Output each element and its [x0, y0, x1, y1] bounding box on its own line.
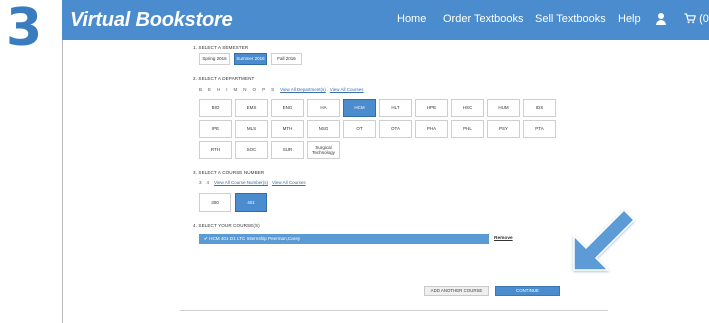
cart-count: (0)	[699, 13, 709, 25]
department-option-selected[interactable]: HCM	[343, 99, 376, 117]
department-option[interactable]: RTH	[199, 141, 232, 159]
department-option[interactable]: PHL	[451, 120, 484, 138]
department-option[interactable]: OTA	[379, 120, 412, 138]
section-title-department: 2. SELECT A DEPARTMENT	[193, 76, 255, 81]
department-option[interactable]: EMS	[235, 99, 268, 117]
step-number: 3	[6, 0, 42, 58]
add-another-course-button[interactable]: ADD ANOTHER COURSE	[424, 286, 489, 296]
section-title-semester: 1. SELECT A SEMESTER	[193, 45, 249, 50]
course-number-option[interactable]: 300	[199, 193, 231, 212]
letter-filter-item[interactable]: M	[234, 87, 238, 93]
letter-filter-item[interactable]: I	[226, 87, 227, 93]
top-nav-bar: Virtual Bookstore Home Order Textbooks S…	[62, 0, 709, 40]
nav-sell-textbooks[interactable]: Sell Textbooks	[535, 12, 606, 26]
department-option[interactable]: Surgical Technology	[307, 141, 340, 159]
department-option[interactable]: SUR	[271, 141, 304, 159]
semester-option[interactable]: Fall 2016	[271, 53, 302, 65]
department-option[interactable]: PSY	[487, 120, 520, 138]
digit-filter-item[interactable]: 3	[199, 180, 202, 186]
department-option[interactable]: MLS	[235, 120, 268, 138]
remove-course-link[interactable]: Remove	[494, 236, 513, 242]
department-option[interactable]: HPE	[415, 99, 448, 117]
view-all-courses-link[interactable]: View All Courses	[272, 180, 306, 186]
nav-home[interactable]: Home	[397, 12, 426, 26]
divider	[180, 310, 608, 311]
letter-filter-item[interactable]: H	[217, 87, 220, 93]
course-number-option-selected[interactable]: 401	[235, 193, 267, 212]
department-option[interactable]: PTA	[523, 120, 556, 138]
cart-button[interactable]: (0)	[684, 12, 709, 26]
view-all-courses-link[interactable]: View All Courses	[330, 87, 364, 93]
letter-filter-item[interactable]: S	[271, 87, 274, 93]
continue-button[interactable]: CONTINUE	[495, 286, 560, 296]
section-title-your-courses: 4. SELECT YOUR COURSE(S)	[193, 223, 260, 228]
nav-order-textbooks[interactable]: Order Textbooks	[443, 12, 524, 26]
letter-filter-item[interactable]: E	[208, 87, 211, 93]
letter-filter-item[interactable]: N	[243, 87, 246, 93]
letter-filter-item[interactable]: B	[199, 87, 202, 93]
department-option[interactable]: OT	[343, 120, 376, 138]
view-all-course-numbers-link[interactable]: View All Course Number(s)	[214, 180, 268, 186]
digit-filter-item[interactable]: 4	[207, 180, 210, 186]
department-option[interactable]: SOC	[235, 141, 268, 159]
letter-filter-item[interactable]: P	[262, 87, 265, 93]
section-title-course-number: 3. SELECT A COURSE NUMBER	[193, 170, 265, 175]
cart-icon	[684, 13, 696, 24]
main-content	[62, 40, 709, 323]
arrow-down-left-icon	[573, 208, 636, 271]
department-option[interactable]: MTH	[271, 120, 304, 138]
department-option[interactable]: PHA	[415, 120, 448, 138]
brand-logo[interactable]: Virtual Bookstore	[70, 9, 233, 31]
department-option[interactable]: HSC	[451, 99, 484, 117]
semester-option-selected[interactable]: Summer 2016	[234, 53, 267, 65]
department-option[interactable]: HLT	[379, 99, 412, 117]
department-option[interactable]: HUM	[487, 99, 520, 117]
department-option[interactable]: BIO	[199, 99, 232, 117]
course-number-filter: 3 4 View All Course Number(s) View All Cour…	[199, 180, 310, 186]
department-option[interactable]: IPE	[199, 120, 232, 138]
department-letter-filter: B E H I M N O P S View All Department(s) View All …	[199, 87, 367, 93]
letter-filter-item[interactable]: O	[253, 87, 257, 93]
user-icon[interactable]	[655, 13, 667, 26]
department-option[interactable]: IDS	[523, 99, 556, 117]
department-option[interactable]: NSG	[307, 120, 340, 138]
selected-course-row[interactable]: ✔ HCM 401 D1 LTC Internship Peerman,Care…	[199, 234, 489, 244]
department-option[interactable]: ENG	[271, 99, 304, 117]
department-option[interactable]: HA	[307, 99, 340, 117]
semester-option[interactable]: Spring 2016	[199, 53, 230, 65]
view-all-departments-link[interactable]: View All Department(s)	[280, 87, 326, 93]
nav-help[interactable]: Help	[618, 12, 641, 26]
